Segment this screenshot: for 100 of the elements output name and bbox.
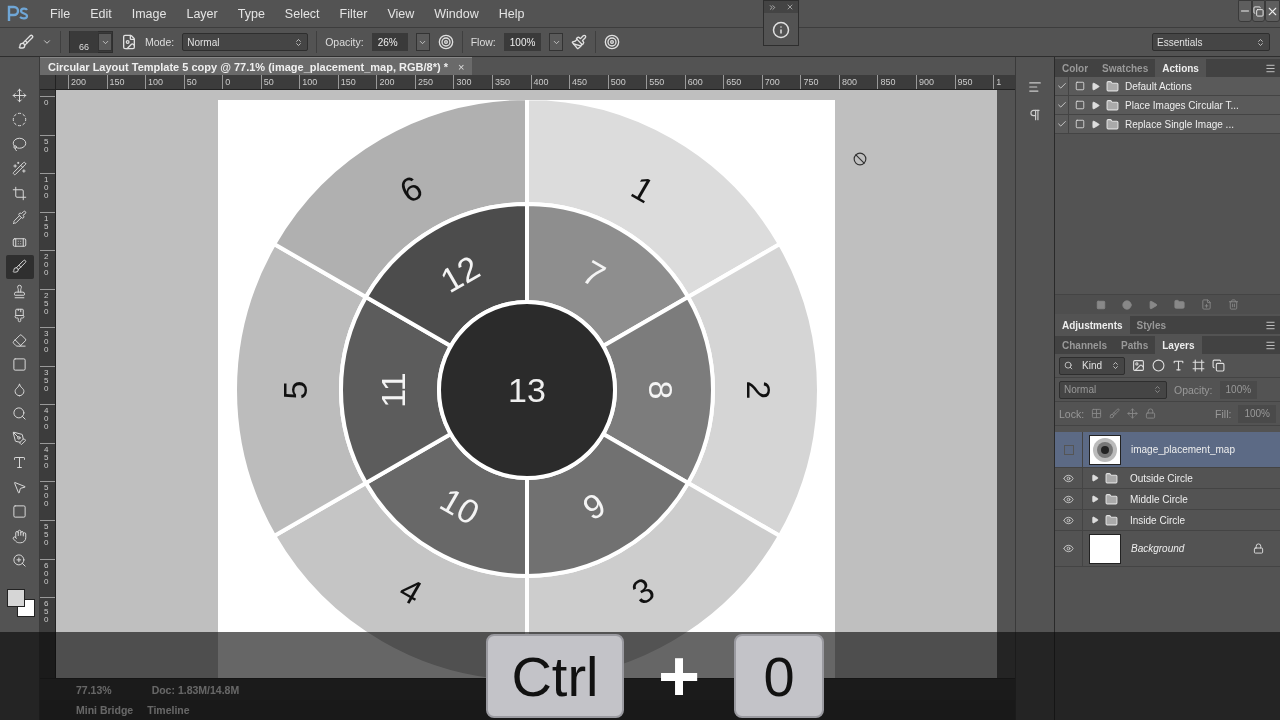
fill-field[interactable]: 100% — [1238, 404, 1276, 423]
close-button[interactable] — [1265, 0, 1280, 22]
expand-icon[interactable] — [1091, 495, 1099, 503]
type-filter-icon[interactable] — [1172, 359, 1185, 372]
trash-icon[interactable] — [1228, 299, 1239, 310]
eye-icon[interactable] — [1063, 543, 1074, 554]
ruler-number: 400 — [44, 407, 50, 432]
layer-row[interactable]: image_placement_map — [1055, 432, 1280, 468]
menu-item[interactable]: Filter — [329, 6, 378, 21]
record-icon[interactable] — [1122, 299, 1132, 310]
tool-button[interactable] — [5, 254, 34, 279]
flow-field[interactable]: 100% — [503, 33, 542, 51]
cursor-icon — [853, 152, 867, 166]
updown-arrows-icon — [1256, 37, 1265, 47]
mode-select[interactable]: Normal — [182, 33, 309, 51]
brush-icon[interactable] — [18, 34, 34, 50]
ruler-number: 300 — [44, 330, 50, 355]
workspace-select[interactable]: Essentials — [1152, 33, 1270, 51]
lasso-icon — [12, 136, 27, 152]
blend-mode-select[interactable]: Normal — [1059, 380, 1167, 399]
filter-select[interactable]: Kind — [1059, 356, 1125, 375]
layer-row[interactable]: Outside Circle — [1055, 468, 1280, 489]
adjustment-filter-icon[interactable] — [1152, 359, 1165, 372]
panel-tab[interactable]: Layers — [1155, 336, 1202, 354]
menu-item[interactable]: Select — [274, 6, 330, 21]
lock-paint-icon[interactable] — [1109, 408, 1121, 419]
type-icon — [12, 455, 27, 471]
menu-item[interactable]: File — [40, 6, 81, 21]
panel-tab[interactable]: Swatches — [1095, 59, 1156, 77]
menu-item[interactable]: View — [377, 6, 425, 21]
close-tab-button[interactable]: × — [457, 60, 465, 73]
restore-button[interactable] — [1252, 0, 1265, 22]
play-icon[interactable] — [1148, 299, 1158, 310]
ruler-number: 150 — [337, 75, 377, 89]
shape-filter-icon[interactable] — [1192, 359, 1205, 372]
action-item[interactable]: Place Images Circular T... — [1055, 96, 1280, 115]
menu-icon[interactable] — [1265, 62, 1276, 74]
opacity-field[interactable]: 100% — [1219, 380, 1258, 399]
minimize-button[interactable] — [1238, 0, 1252, 22]
airbrush-icon[interactable] — [571, 34, 588, 50]
opacity-field[interactable]: 26% — [371, 33, 408, 51]
new-action-icon[interactable] — [1201, 299, 1212, 310]
document-tab[interactable]: Circular Layout Template 5 copy @ 77.1% (image_placement_map, RGB/8*) * — [48, 60, 448, 73]
visibility-toggle[interactable] — [1063, 444, 1074, 455]
panel-tab[interactable]: Channels — [1055, 336, 1114, 354]
caret-icon[interactable] — [42, 37, 52, 47]
action-item[interactable]: Default Actions — [1055, 77, 1280, 96]
menu-item[interactable]: Image — [121, 6, 177, 21]
panel-tab[interactable]: Paths — [1114, 336, 1156, 354]
ruler-number: 350 — [44, 368, 50, 393]
menu-icon[interactable] — [1265, 319, 1276, 331]
lines-icon — [1028, 80, 1042, 94]
image-filter-icon[interactable] — [1132, 359, 1145, 372]
stop-icon[interactable] — [1096, 299, 1106, 310]
ruler-number: 600 — [684, 75, 724, 89]
close-icon[interactable] — [785, 3, 794, 11]
action-item[interactable]: Replace Single Image ... — [1055, 115, 1280, 134]
panel-tab[interactable]: Adjustments — [1055, 316, 1130, 334]
dropdown-button[interactable] — [415, 33, 430, 51]
brush-size[interactable]: 66 — [70, 31, 98, 53]
ruler-number: 550 — [646, 75, 685, 89]
lock-pixels-icon[interactable] — [1091, 408, 1103, 419]
brush-icon — [12, 259, 27, 275]
panel-tab[interactable]: Color — [1055, 59, 1096, 77]
scrollbar[interactable] — [997, 90, 1015, 678]
collapse-icon[interactable] — [768, 2, 778, 12]
expand-icon[interactable] — [1091, 516, 1099, 524]
lock-label: Lock: — [1059, 407, 1085, 420]
ruler-number: 950 — [954, 75, 994, 89]
expand-icon[interactable] — [1091, 474, 1099, 482]
menu-item[interactable]: Layer — [176, 6, 228, 21]
eye-icon[interactable] — [1063, 514, 1074, 526]
menu-item[interactable]: Window — [424, 6, 489, 21]
menu-item[interactable]: Edit — [80, 6, 122, 21]
folder-icon[interactable] — [1174, 299, 1185, 310]
panel-tab[interactable]: Actions — [1155, 59, 1206, 77]
layer-row[interactable]: Background — [1055, 531, 1280, 567]
menu-item[interactable]: Help — [488, 6, 535, 21]
ruler-number: 100 — [44, 176, 50, 201]
ruler-number: 400 — [530, 75, 570, 89]
ruler-number: 50 — [260, 75, 300, 89]
folder-icon — [1106, 117, 1119, 131]
dropdown-button[interactable] — [98, 33, 112, 51]
layer-row[interactable]: Inside Circle — [1055, 510, 1280, 531]
panel-tab[interactable]: Styles — [1129, 316, 1174, 334]
search-icon — [1064, 361, 1073, 370]
segment-number: 10 — [434, 480, 486, 532]
lock-position-icon[interactable] — [1127, 408, 1139, 419]
eye-icon[interactable] — [1063, 472, 1074, 484]
layer-row[interactable]: Middle Circle — [1055, 489, 1280, 510]
info-icon[interactable] — [772, 21, 790, 39]
menu-item[interactable]: Type — [227, 6, 275, 21]
check-icon[interactable] — [1056, 81, 1067, 91]
check-icon[interactable] — [1056, 119, 1067, 129]
plus-sign: + — [656, 635, 701, 717]
check-icon[interactable] — [1056, 100, 1067, 110]
eye-icon[interactable] — [1063, 493, 1074, 505]
menu-icon[interactable] — [1265, 339, 1276, 351]
dropdown-button[interactable] — [549, 33, 564, 51]
fill-label: Fill: — [1215, 407, 1232, 420]
